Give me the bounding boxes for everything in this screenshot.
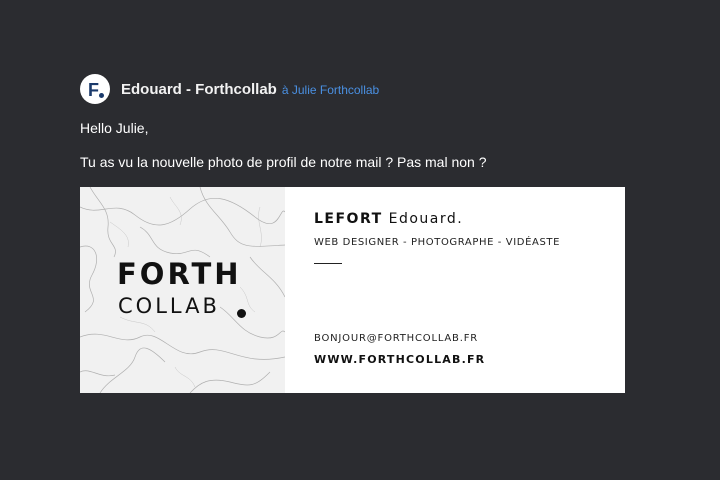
avatar-letter: F xyxy=(88,79,99,100)
message-greeting: Hello Julie, xyxy=(80,120,149,136)
signature-firstname: Edouard. xyxy=(388,211,464,227)
marble-background: FORTH COLLAB xyxy=(80,187,285,393)
sender-avatar[interactable]: F xyxy=(80,74,110,104)
sender-name[interactable]: Edouard - Forthcollab xyxy=(121,81,277,98)
signature-surname: LEFORT xyxy=(314,211,383,227)
signature-email: BONJOUR@FORTHCOLLAB.FR xyxy=(314,333,479,344)
email-signature-image: FORTH COLLAB LEFORT Edouard. WEB DESIGNE… xyxy=(80,187,625,393)
avatar-dot xyxy=(99,93,104,98)
signature-website: WWW.FORTHCOLLAB.FR xyxy=(314,353,486,366)
logo-forth-text: FORTH xyxy=(117,257,242,291)
message-header: F Edouard - Forthcollab à Julie Forthcol… xyxy=(80,74,379,104)
logo-collab-text: COLLAB xyxy=(118,294,220,318)
recipient-link[interactable]: à Julie Forthcollab xyxy=(282,83,379,97)
signature-divider xyxy=(314,263,342,264)
logo-dot xyxy=(237,309,246,318)
signature-name: LEFORT Edouard. xyxy=(314,211,463,227)
signature-role: WEB DESIGNER - PHOTOGRAPHE - VIDÉASTE xyxy=(314,237,561,248)
message-body: Tu as vu la nouvelle photo de profil de … xyxy=(80,154,487,170)
